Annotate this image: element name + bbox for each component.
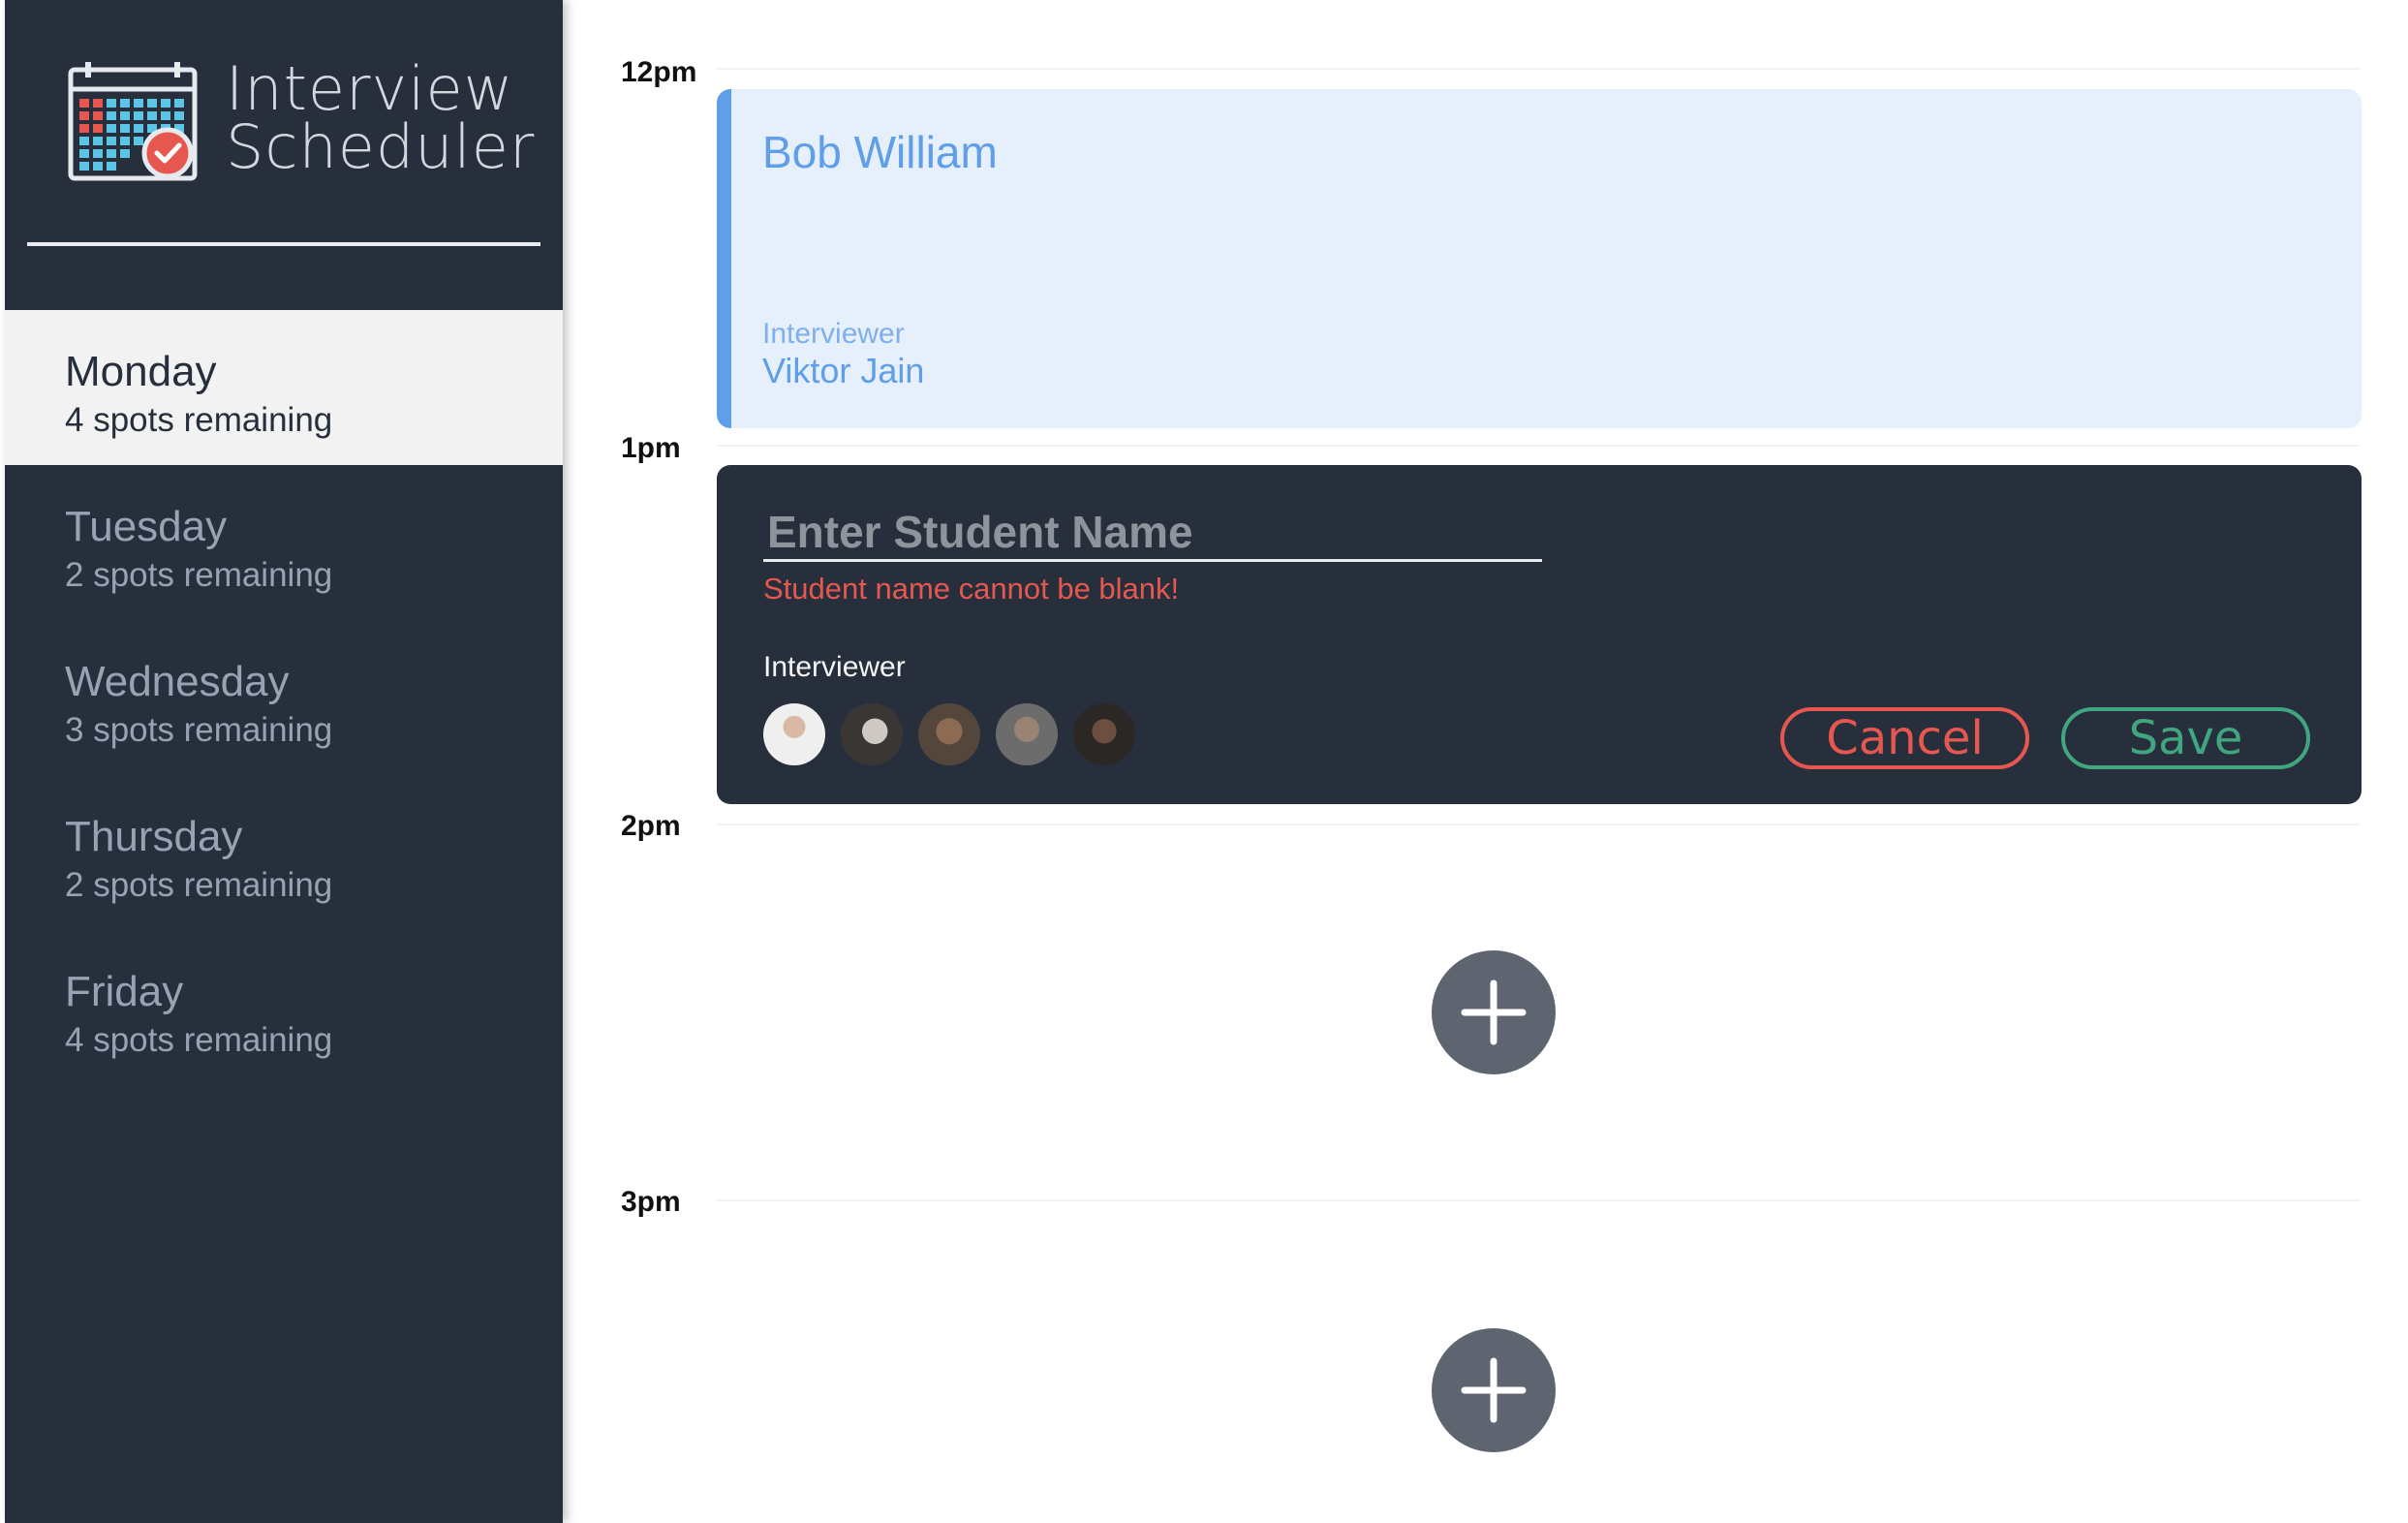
day-name: Tuesday (65, 503, 228, 550)
app-title: Interview Scheduler (226, 53, 536, 182)
hour-separator (717, 68, 2360, 70)
app-title-line2: Scheduler (226, 111, 536, 182)
day-item-friday[interactable]: Friday 4 spots remaining (5, 930, 563, 1085)
day-spots: 3 spots remaining (65, 711, 333, 749)
interviewer-avatar[interactable] (918, 703, 980, 765)
day-name: Monday (65, 348, 217, 395)
app-title-line1: Interview (226, 53, 514, 124)
save-button[interactable]: Save (2061, 707, 2310, 769)
time-label-2pm: 2pm (621, 810, 681, 842)
day-item-tuesday[interactable]: Tuesday 2 spots remaining (5, 465, 563, 620)
day-spots: 2 spots remaining (65, 866, 333, 904)
student-name-input[interactable] (763, 504, 1542, 562)
plus-icon (1461, 979, 1527, 1045)
cancel-button[interactable]: Cancel (1780, 707, 2029, 769)
time-label-12pm: 12pm (621, 56, 697, 88)
day-item-thursday[interactable]: Thursday 2 spots remaining (5, 775, 563, 930)
time-label-1pm: 1pm (621, 432, 681, 464)
interviewer-avatar[interactable] (1073, 703, 1135, 765)
plus-icon (1461, 1357, 1527, 1423)
day-name: Wednesday (65, 658, 290, 705)
booked-appointment: Bob William Interviewer Viktor Jain (717, 89, 2362, 428)
student-name: Bob William (762, 127, 998, 177)
interviewer-name: Viktor Jain (762, 351, 925, 390)
hour-separator (717, 824, 2360, 825)
interviewer-list-label: Interviewer (763, 651, 906, 683)
day-item-monday[interactable]: Monday 4 spots remaining (5, 310, 563, 465)
sidebar: Interview Scheduler Monday 4 spots remai… (5, 0, 563, 1523)
calendar-check-icon (68, 62, 198, 181)
validation-error: Student name cannot be blank! (763, 572, 1180, 606)
hour-separator (717, 1199, 2360, 1201)
interviewer-avatar[interactable] (841, 703, 903, 765)
day-spots: 4 spots remaining (65, 401, 333, 439)
add-appointment-button[interactable] (1432, 1328, 1556, 1452)
appointment-form: Student name cannot be blank! Interviewe… (717, 465, 2362, 804)
time-label-3pm: 3pm (621, 1186, 681, 1218)
day-item-wednesday[interactable]: Wednesday 3 spots remaining (5, 620, 563, 775)
day-name: Thursday (65, 813, 243, 860)
add-appointment-button[interactable] (1432, 950, 1556, 1074)
day-spots: 4 spots remaining (65, 1021, 333, 1059)
interviewer-avatar[interactable] (763, 703, 825, 765)
sidebar-divider (27, 242, 540, 246)
day-spots: 2 spots remaining (65, 556, 333, 594)
interviewer-label: Interviewer (762, 318, 905, 350)
interviewer-avatar[interactable] (996, 703, 1058, 765)
day-name: Friday (65, 968, 184, 1015)
hour-separator (717, 445, 2360, 447)
